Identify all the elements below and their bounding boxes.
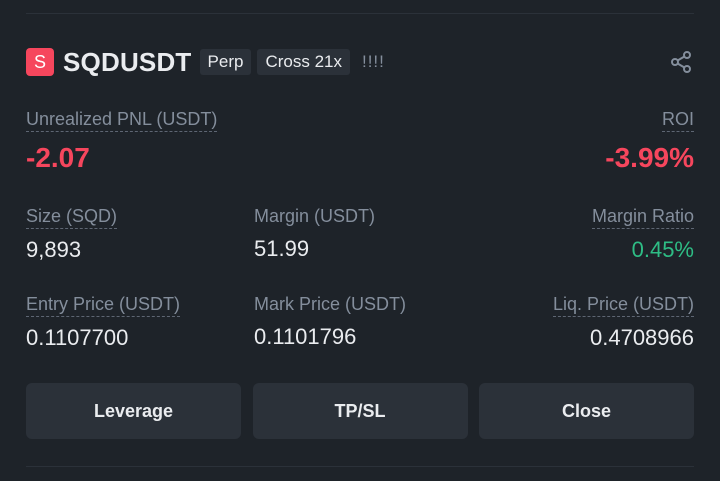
action-buttons: Leverage TP/SL Close: [26, 383, 694, 439]
size-row: Size (SQD) 9,893 Margin (USDT) 51.99 Mar…: [26, 205, 694, 263]
margin-ratio-block: Margin Ratio 0.45%: [591, 205, 694, 263]
size-label[interactable]: Size (SQD): [26, 205, 118, 229]
margin-block: Margin (USDT) 51.99: [254, 205, 375, 262]
size-block: Size (SQD) 9,893: [26, 205, 118, 263]
mark-price-value: 0.1101796: [254, 324, 357, 349]
entry-price-value: 0.1107700: [26, 325, 129, 350]
margin-ratio-label[interactable]: Margin Ratio: [591, 205, 694, 229]
entry-price-label[interactable]: Entry Price (USDT): [26, 293, 181, 317]
liq-price-block: Liq. Price (USDT) 0.4708966: [552, 293, 694, 351]
pnl-block: Unrealized PNL (USDT) -2.07: [26, 108, 218, 175]
mark-price-block: Mark Price (USDT) 0.1101796: [254, 293, 406, 350]
size-value: 9,893: [26, 237, 82, 262]
risk-indicator: !!!!: [361, 52, 385, 71]
mark-price-label: Mark Price (USDT): [254, 294, 406, 314]
roi-value: -3.99%: [605, 142, 694, 173]
coin-icon: S: [26, 48, 54, 76]
entry-price-block: Entry Price (USDT) 0.1107700: [26, 293, 181, 351]
contract-type-tag: Perp: [199, 49, 252, 75]
margin-value: 51.99: [254, 236, 310, 261]
liq-price-value: 0.4708966: [590, 325, 694, 350]
roi-block: ROI -3.99%: [605, 108, 694, 175]
position-header: S SQDUSDT Perp Cross 21x !!!!: [26, 47, 694, 77]
tpsl-button[interactable]: TP/SL: [252, 383, 468, 439]
bottom-divider: [26, 466, 694, 467]
liq-price-label[interactable]: Liq. Price (USDT): [552, 293, 694, 317]
price-row: Entry Price (USDT) 0.1107700 Mark Price …: [26, 293, 694, 351]
top-divider: [26, 13, 694, 14]
share-icon[interactable]: [668, 49, 694, 75]
pnl-row: Unrealized PNL (USDT) -2.07 ROI -3.99%: [26, 108, 694, 175]
pnl-value: -2.07: [26, 142, 90, 173]
symbol-name[interactable]: SQDUSDT: [63, 47, 192, 78]
margin-mode-tag[interactable]: Cross 21x: [257, 49, 350, 75]
roi-label[interactable]: ROI: [661, 108, 694, 132]
leverage-button[interactable]: Leverage: [26, 383, 241, 439]
pnl-label[interactable]: Unrealized PNL (USDT): [26, 108, 218, 132]
margin-ratio-value: 0.45%: [631, 237, 694, 262]
close-button[interactable]: Close: [479, 383, 694, 439]
margin-label: Margin (USDT): [254, 206, 376, 226]
